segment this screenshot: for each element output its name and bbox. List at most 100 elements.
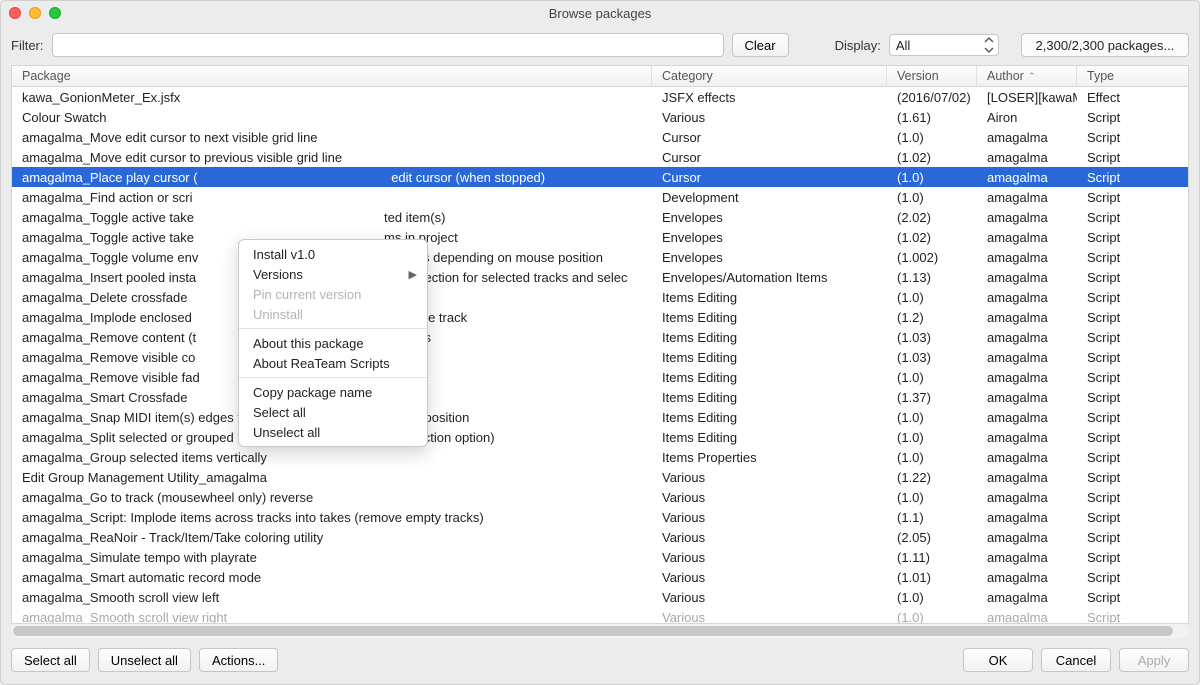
table-row[interactable]: amagalma_Script: Implode items across tr… bbox=[12, 507, 1188, 527]
close-icon[interactable] bbox=[9, 7, 21, 19]
table-row[interactable]: amagalma_Find action or scriDevelopment(… bbox=[12, 187, 1188, 207]
titlebar: Browse packages bbox=[1, 1, 1199, 25]
cell-version: (1.37) bbox=[887, 390, 977, 405]
cell-type: Script bbox=[1077, 410, 1188, 425]
cell-type: Script bbox=[1077, 290, 1188, 305]
table-row[interactable]: amagalma_Smooth scroll view leftVarious(… bbox=[12, 587, 1188, 607]
table-row[interactable]: amagalma_Move edit cursor to next visibl… bbox=[12, 127, 1188, 147]
cell-author: [LOSER][kawaMe bbox=[977, 90, 1077, 105]
cell-category: Items Editing bbox=[652, 370, 887, 385]
table-row[interactable]: amagalma_Move edit cursor to previous vi… bbox=[12, 147, 1188, 167]
table-row[interactable]: amagalma_Snap MIDI item(s) edges to grid… bbox=[12, 407, 1188, 427]
col-version[interactable]: Version bbox=[887, 66, 977, 86]
unselect-all-button[interactable]: Unselect all bbox=[98, 648, 191, 672]
clear-button[interactable]: Clear bbox=[732, 33, 789, 57]
table-row[interactable]: Colour SwatchVarious(1.61)AironScript bbox=[12, 107, 1188, 127]
filter-input[interactable] bbox=[52, 33, 724, 57]
col-package[interactable]: Package bbox=[12, 66, 652, 86]
cell-package: amagalma_Group selected items vertically bbox=[12, 450, 652, 465]
cell-author: amagalma bbox=[977, 550, 1077, 565]
cell-version: (1.22) bbox=[887, 470, 977, 485]
table-row[interactable]: Edit Group Management Utility_amagalmaVa… bbox=[12, 467, 1188, 487]
cell-package: amagalma_ReaNoir - Track/Item/Take color… bbox=[12, 530, 652, 545]
menu-item[interactable]: Copy package name bbox=[239, 382, 427, 402]
table-row[interactable]: amagalma_Smart CrossfadeItems Editing(1.… bbox=[12, 387, 1188, 407]
cell-package: kawa_GonionMeter_Ex.jsfx bbox=[12, 90, 652, 105]
cell-version: (1.61) bbox=[887, 110, 977, 125]
table-row[interactable]: amagalma_Place play cursor ( edit cursor… bbox=[12, 167, 1188, 187]
horizontal-scrollbar[interactable] bbox=[11, 624, 1189, 638]
table-row[interactable]: amagalma_Group selected items vertically… bbox=[12, 447, 1188, 467]
table-row[interactable]: amagalma_Remove visible fadItems Editing… bbox=[12, 367, 1188, 387]
table-row[interactable]: amagalma_ReaNoir - Track/Item/Take color… bbox=[12, 527, 1188, 547]
table-row[interactable]: amagalma_Split selected or grouped items… bbox=[12, 427, 1188, 447]
cell-package: amagalma_Script: Implode items across tr… bbox=[12, 510, 652, 525]
table-row[interactable]: amagalma_Delete crossfadeItems Editing(1… bbox=[12, 287, 1188, 307]
table-row[interactable]: amagalma_Insert pooled instame selection… bbox=[12, 267, 1188, 287]
cell-version: (2016/07/02) bbox=[887, 90, 977, 105]
package-count[interactable]: 2,300/2,300 packages... bbox=[1021, 33, 1189, 57]
ok-button[interactable]: OK bbox=[963, 648, 1033, 672]
cell-version: (1.03) bbox=[887, 330, 977, 345]
table-row[interactable]: amagalma_Toggle active taketed item(s)En… bbox=[12, 207, 1188, 227]
cell-category: JSFX effects bbox=[652, 90, 887, 105]
cell-version: (1.0) bbox=[887, 450, 977, 465]
cell-version: (1.02) bbox=[887, 150, 977, 165]
scrollbar-thumb[interactable] bbox=[13, 626, 1173, 636]
col-category[interactable]: Category bbox=[652, 66, 887, 86]
actions-button[interactable]: Actions... bbox=[199, 648, 278, 672]
cell-package: amagalma_Move edit cursor to previous vi… bbox=[12, 150, 652, 165]
cell-category: Envelopes bbox=[652, 210, 887, 225]
table-row[interactable]: amagalma_Smooth scroll view rightVarious… bbox=[12, 607, 1188, 623]
apply-button[interactable]: Apply bbox=[1119, 648, 1189, 672]
display-select[interactable]: All bbox=[889, 34, 999, 56]
menu-item[interactable]: Unselect all bbox=[239, 422, 427, 442]
cell-package: amagalma_Place play cursor ( edit cursor… bbox=[12, 170, 652, 185]
toolbar: Filter: Clear Display: All 2,300/2,300 p… bbox=[1, 25, 1199, 65]
cell-version: (1.002) bbox=[887, 250, 977, 265]
cell-type: Script bbox=[1077, 310, 1188, 325]
cell-category: Various bbox=[652, 510, 887, 525]
cell-type: Script bbox=[1077, 610, 1188, 624]
cell-author: amagalma bbox=[977, 450, 1077, 465]
menu-item[interactable]: Install v1.0 bbox=[239, 244, 427, 264]
cell-category: Items Editing bbox=[652, 430, 887, 445]
cell-version: (1.2) bbox=[887, 310, 977, 325]
table-row[interactable]: amagalma_Simulate tempo with playrateVar… bbox=[12, 547, 1188, 567]
menu-item[interactable]: About ReaTeam Scripts bbox=[239, 353, 427, 373]
zoom-icon[interactable] bbox=[49, 7, 61, 19]
cell-author: amagalma bbox=[977, 510, 1077, 525]
cell-category: Cursor bbox=[652, 170, 887, 185]
table-row[interactable]: kawa_GonionMeter_Ex.jsfxJSFX effects(201… bbox=[12, 87, 1188, 107]
table-row[interactable]: amagalma_Toggle active takems in project… bbox=[12, 227, 1188, 247]
cell-author: amagalma bbox=[977, 430, 1077, 445]
table-row[interactable]: amagalma_Implode enclosedthe same trackI… bbox=[12, 307, 1188, 327]
menu-item[interactable]: About this package bbox=[239, 333, 427, 353]
cancel-button[interactable]: Cancel bbox=[1041, 648, 1111, 672]
submenu-arrow-icon: ▶ bbox=[409, 268, 417, 281]
cell-package: amagalma_Smooth scroll view right bbox=[12, 610, 652, 624]
cell-version: (1.0) bbox=[887, 490, 977, 505]
cell-type: Script bbox=[1077, 390, 1188, 405]
table-row[interactable]: amagalma_Go to track (mousewheel only) r… bbox=[12, 487, 1188, 507]
cell-category: Items Properties bbox=[652, 450, 887, 465]
select-all-button[interactable]: Select all bbox=[11, 648, 90, 672]
table-row[interactable]: amagalma_Toggle volume envs/items depend… bbox=[12, 247, 1188, 267]
minimize-icon[interactable] bbox=[29, 7, 41, 19]
table-row[interactable]: amagalma_Remove visible coItems Editing(… bbox=[12, 347, 1188, 367]
cell-category: Items Editing bbox=[652, 350, 887, 365]
table-row[interactable]: amagalma_Smart automatic record modeVari… bbox=[12, 567, 1188, 587]
cell-category: Development bbox=[652, 190, 887, 205]
menu-item[interactable]: Versions▶ bbox=[239, 264, 427, 284]
table-body[interactable]: kawa_GonionMeter_Ex.jsfxJSFX effects(201… bbox=[12, 87, 1188, 623]
menu-item[interactable]: Select all bbox=[239, 402, 427, 422]
cell-type: Effect bbox=[1077, 90, 1188, 105]
cell-package: amagalma_Simulate tempo with playrate bbox=[12, 550, 652, 565]
cell-category: Cursor bbox=[652, 130, 887, 145]
cell-version: (1.01) bbox=[887, 570, 977, 585]
cell-author: amagalma bbox=[977, 130, 1077, 145]
table-row[interactable]: amagalma_Remove content (tssfadesItems E… bbox=[12, 327, 1188, 347]
col-type[interactable]: Type bbox=[1077, 66, 1188, 86]
col-author[interactable]: Author ⌃ bbox=[977, 66, 1077, 86]
stepper-icon bbox=[982, 36, 996, 54]
